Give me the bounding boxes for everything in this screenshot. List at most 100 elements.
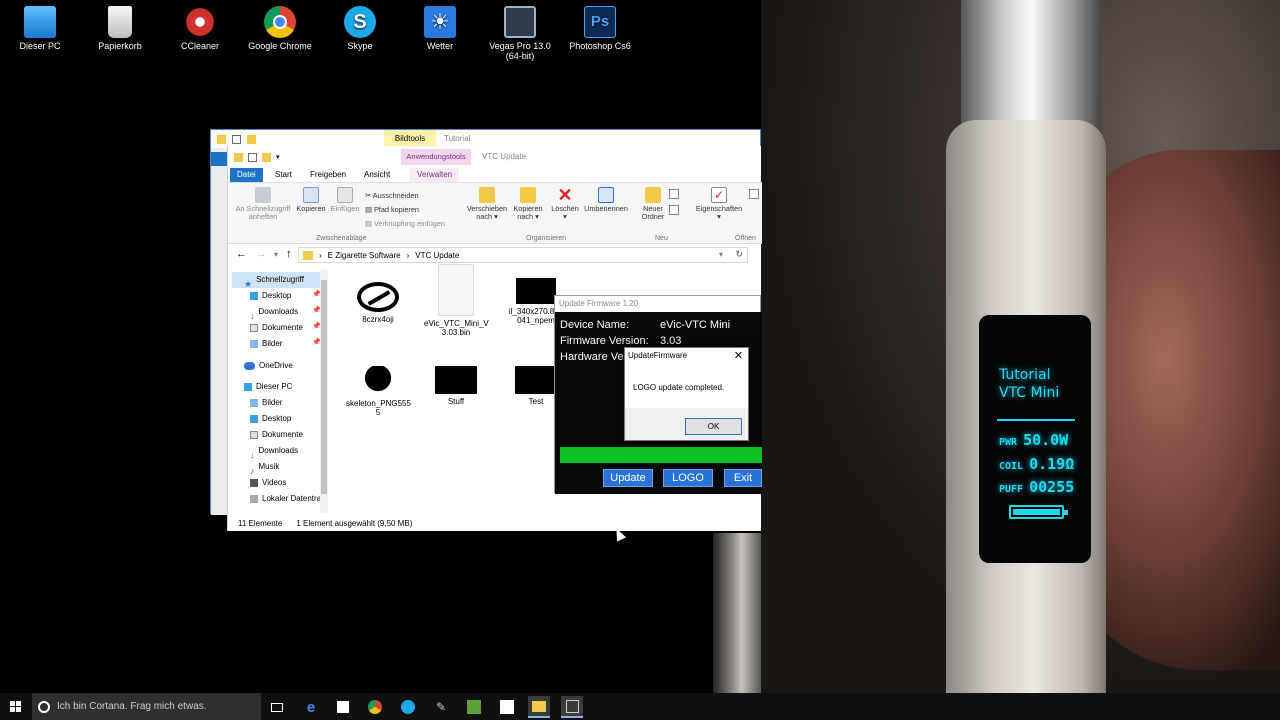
desktop-icon-skype[interactable]: S Skype bbox=[324, 6, 396, 51]
scrollbar-thumb[interactable] bbox=[321, 280, 327, 494]
update-firmware-title[interactable]: Update Firmware 1.20 bbox=[555, 296, 760, 312]
start-button[interactable] bbox=[0, 693, 32, 720]
nav-label: Desktop bbox=[262, 291, 292, 300]
desktop-icon-dieser-pc[interactable]: Dieser PC bbox=[4, 6, 76, 51]
taskbar-camtasia[interactable] bbox=[463, 696, 485, 718]
datei-tab-edge[interactable] bbox=[211, 152, 227, 166]
taskbar-chrome[interactable] bbox=[364, 696, 386, 718]
nav-item-pc-desktop[interactable]: Desktop bbox=[250, 411, 291, 427]
breadcrumb-item-current[interactable]: VTC Update bbox=[415, 251, 459, 260]
taskbar-update-firmware[interactable] bbox=[561, 696, 583, 718]
puff-row: PUFF 00255 bbox=[999, 478, 1074, 496]
logo-button[interactable]: LOGO bbox=[663, 469, 713, 487]
refresh-icon[interactable]: ↻ bbox=[735, 249, 743, 260]
update-complete-dialog[interactable]: UpdateFirmware ✕ LOGO update completed. … bbox=[624, 347, 749, 441]
address-bar-row: ← → ▾ ↑ › E Zigarette Software › VTC Upd… bbox=[228, 244, 762, 266]
nav-label: Lokaler Datentra bbox=[262, 494, 322, 503]
back-arrow-icon[interactable]: ← bbox=[236, 248, 247, 260]
nav-item-videos[interactable]: Videos bbox=[250, 475, 286, 491]
up-arrow-icon[interactable]: ↑ bbox=[286, 248, 292, 260]
move-to-button[interactable]: Verschieben nach ▾ bbox=[465, 187, 509, 221]
file-name: Stuff bbox=[447, 397, 465, 406]
delete-button[interactable]: ✕ Löschen ▾ bbox=[548, 186, 582, 221]
file-item[interactable]: eVic_VTC_Mini_V 3.03.bin bbox=[424, 264, 489, 337]
taskbar-app[interactable]: ✎ bbox=[430, 696, 452, 718]
tab-datei[interactable]: Datei bbox=[230, 168, 263, 182]
cortana-search-box[interactable]: Ich bin Cortana. Frag mich etwas. bbox=[32, 693, 261, 720]
cut-button[interactable]: ✂ Ausschneiden bbox=[365, 189, 445, 203]
nav-item-musik[interactable]: ♪ Musik bbox=[250, 459, 279, 476]
new-folder-button[interactable]: Neuer Ordner bbox=[636, 187, 670, 221]
nav-scrollbar[interactable] bbox=[320, 270, 328, 513]
desktop-icon-papierkorb[interactable]: Papierkorb bbox=[84, 6, 156, 51]
photoshop-icon: Ps bbox=[584, 6, 616, 38]
breadcrumb-item[interactable]: E Zigarette Software bbox=[328, 251, 401, 260]
battery-icon bbox=[1009, 505, 1068, 519]
new-folder-icon[interactable] bbox=[262, 152, 271, 162]
copy-button[interactable]: Kopieren bbox=[294, 187, 328, 213]
ribbon-tabs: Datei Start Freigeben Ansicht Verwalten bbox=[228, 168, 762, 182]
open-icon[interactable] bbox=[749, 189, 759, 199]
nav-item-pc-downloads[interactable]: ↓ Downloads bbox=[250, 443, 298, 460]
address-bar[interactable]: › E Zigarette Software › VTC Update ▾ ↻ bbox=[298, 247, 748, 263]
context-tab-anwendungstools[interactable]: Anwendungstools bbox=[401, 149, 471, 165]
clipboard-small-buttons: ✂ Ausschneiden ▤ Pfad kopieren ▤ Verknüp… bbox=[365, 189, 445, 231]
taskbar-explorer[interactable] bbox=[528, 696, 550, 718]
file-item[interactable]: Stuff bbox=[424, 366, 488, 406]
nav-item-onedrive[interactable]: OneDrive bbox=[244, 358, 293, 374]
dialog-title: UpdateFirmware bbox=[628, 351, 688, 360]
chevron-down-icon[interactable]: ▾ bbox=[276, 153, 280, 161]
properties-button[interactable]: ✓ Eigenschaften ▾ bbox=[692, 187, 746, 221]
desktop-icon-ccleaner[interactable]: CCleaner bbox=[164, 6, 236, 51]
taskbar-edge[interactable]: e bbox=[300, 696, 322, 718]
desktop-icon-vegas[interactable]: Vegas Pro 13.0 (64-bit) bbox=[484, 6, 556, 61]
file-icon bbox=[438, 264, 474, 316]
pin-quick-access-button[interactable]: An Schnellzugriff anheften bbox=[232, 187, 294, 221]
easy-access-icon[interactable] bbox=[669, 205, 679, 215]
new-item-icon[interactable] bbox=[669, 189, 679, 199]
copy-path-button[interactable]: ▤ Pfad kopieren bbox=[365, 203, 445, 217]
properties-icon[interactable] bbox=[248, 152, 257, 162]
nav-item-pc-bilder[interactable]: Bilder bbox=[250, 395, 282, 411]
desktop-icon-label: Photoshop Cs6 bbox=[569, 41, 631, 51]
nav-item-desktop[interactable]: Desktop bbox=[250, 288, 291, 304]
task-view-button[interactable] bbox=[266, 696, 288, 718]
desktop-icon-photoshop[interactable]: Ps Photoshop Cs6 bbox=[564, 6, 636, 51]
task-view-icon bbox=[271, 702, 283, 712]
file-name-2: 5 bbox=[375, 408, 381, 417]
forward-arrow-icon[interactable]: → bbox=[256, 248, 267, 260]
file-item[interactable]: 8czrx4oji bbox=[346, 276, 410, 324]
rename-button[interactable]: Umbenennen bbox=[582, 187, 630, 213]
nav-item-lokaler-datentraeger[interactable]: Lokaler Datentra bbox=[250, 491, 321, 507]
taskbar-store[interactable] bbox=[332, 696, 354, 718]
nav-label: Dieser PC bbox=[256, 382, 293, 391]
nav-item-bilder[interactable]: Bilder bbox=[250, 336, 282, 352]
paste-link-button[interactable]: ▤ Verknüpfung einfügen bbox=[365, 217, 445, 231]
chevron-down-icon[interactable]: ▾ bbox=[719, 250, 723, 259]
nav-item-pc-dokumente[interactable]: Dokumente bbox=[250, 427, 303, 443]
taskbar-skype[interactable] bbox=[397, 696, 419, 718]
nav-item-downloads[interactable]: ↓ Downloads bbox=[250, 304, 298, 321]
update-button[interactable]: Update bbox=[603, 469, 653, 487]
desktop-icon-chrome[interactable]: Google Chrome bbox=[244, 6, 316, 51]
ok-button[interactable]: OK bbox=[685, 418, 742, 435]
tab-start[interactable]: Start bbox=[268, 168, 299, 182]
new-folder-icon bbox=[247, 134, 256, 144]
tab-ansicht[interactable]: Ansicht bbox=[357, 168, 397, 182]
copy-to-button[interactable]: Kopieren nach ▾ bbox=[509, 187, 547, 221]
tab-verwalten[interactable]: Verwalten bbox=[410, 168, 460, 182]
desktop-icon-wetter[interactable]: ☀ Wetter bbox=[404, 6, 476, 51]
chevron-down-icon[interactable]: ▾ bbox=[274, 250, 278, 259]
taskbar-app2[interactable] bbox=[496, 696, 518, 718]
close-icon[interactable]: ✕ bbox=[734, 348, 743, 364]
nav-item-dokumente[interactable]: Dokumente bbox=[250, 320, 303, 336]
exit-button[interactable]: Exit bbox=[724, 469, 762, 487]
paste-button[interactable]: Einfügen bbox=[328, 187, 362, 213]
nav-label: OneDrive bbox=[259, 361, 293, 370]
file-name: skeleton_PNG555 bbox=[346, 399, 411, 408]
copy-folder-icon bbox=[520, 187, 536, 203]
nav-item-dieser-pc[interactable]: Dieser PC bbox=[244, 379, 292, 395]
nav-item-schnellzugriff[interactable]: ★ Schnellzugriff bbox=[232, 272, 320, 289]
tab-freigeben[interactable]: Freigeben bbox=[303, 168, 353, 182]
file-item[interactable]: skeleton_PNG555 5 bbox=[346, 366, 411, 417]
